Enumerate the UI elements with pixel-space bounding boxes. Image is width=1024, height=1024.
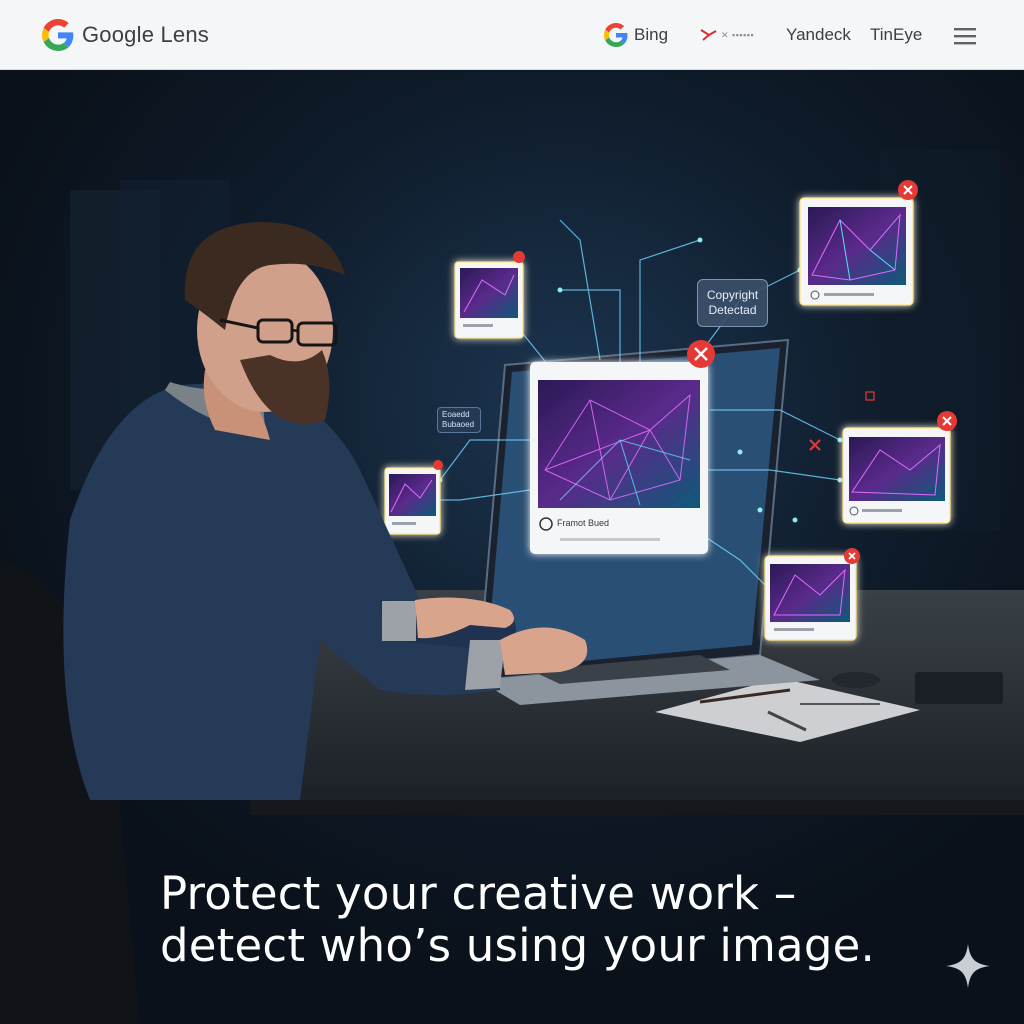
- main-card-caption: Framot Bued: [557, 518, 610, 528]
- sparkle-icon[interactable]: [944, 942, 992, 990]
- google-g-icon: [604, 23, 628, 47]
- shuriken-logo-icon: [700, 29, 717, 41]
- nav-yandex-label: Yandeck: [786, 25, 851, 44]
- headline-line-2: detect who’s using your image.: [160, 919, 875, 972]
- nav-tineye[interactable]: TinEye: [870, 22, 922, 48]
- nav-yandex[interactable]: Yandeck: [786, 22, 851, 48]
- badge-line2: Detectad: [708, 303, 757, 317]
- hero-headline: Protect your creative work – detect who’…: [160, 868, 980, 972]
- hamburger-menu-button[interactable]: [953, 23, 977, 49]
- floating-tag-left: Eoaedd Bubaoed: [437, 407, 481, 433]
- top-navigation-bar: Google Lens Bing ✕ ▪▪▪▪▪▪ Yandeck TinEye: [0, 0, 1024, 70]
- headline-line-1: Protect your creative work –: [160, 867, 797, 920]
- nav-bing[interactable]: Bing: [604, 22, 668, 48]
- hero-section: Copyright Detectad Eoaedd Bubaoed Framot…: [0, 70, 1024, 1024]
- copyright-detected-badge: Copyright Detectad: [697, 279, 768, 327]
- brand-name: Google Lens: [82, 22, 209, 47]
- nav-tineye-label: TinEye: [870, 25, 923, 44]
- nav-bing-label: Bing: [634, 25, 669, 44]
- nav-unlabeled-engine-label: ✕ ▪▪▪▪▪▪: [721, 29, 755, 40]
- hamburger-menu-icon: [954, 28, 976, 45]
- google-lens-brand[interactable]: Google Lens: [42, 18, 209, 52]
- nav-unlabeled-engine[interactable]: ✕ ▪▪▪▪▪▪: [700, 22, 754, 48]
- google-g-icon: [42, 19, 74, 51]
- badge-line1: Copyright: [706, 288, 759, 302]
